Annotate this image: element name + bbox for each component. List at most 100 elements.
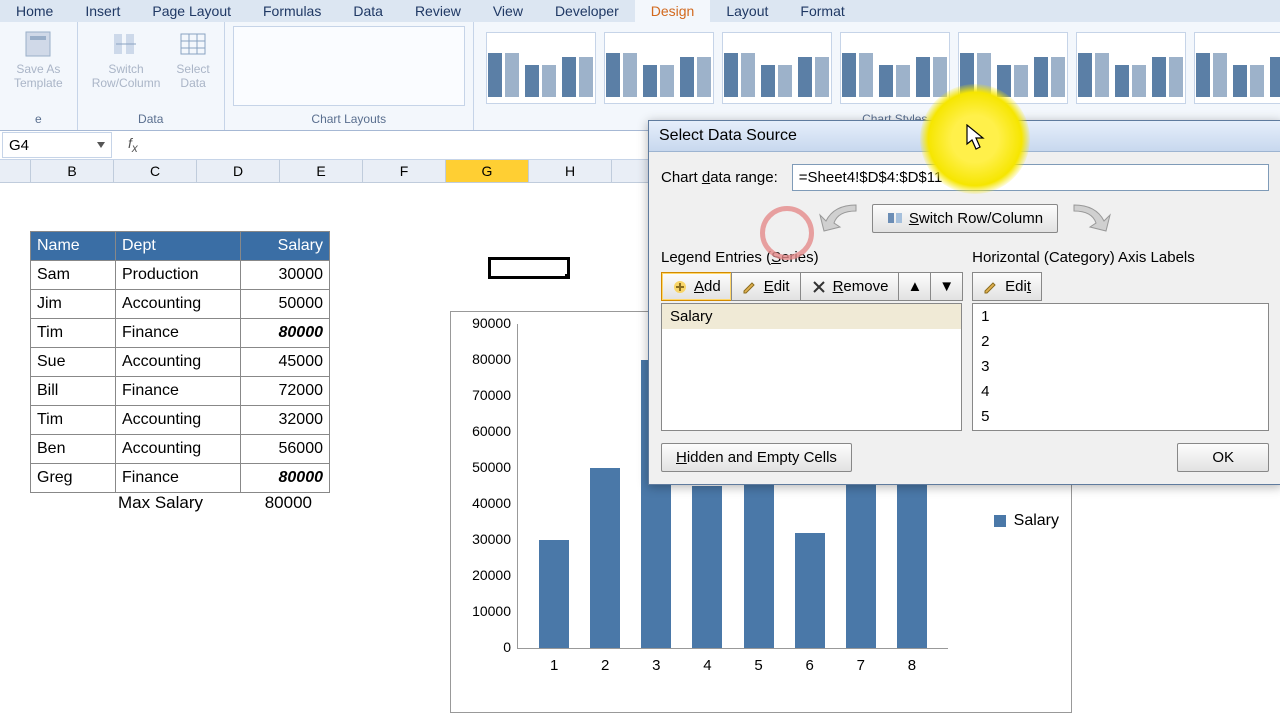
chart-y-tick: 60000 [463, 423, 511, 439]
chart-y-tick: 90000 [463, 315, 511, 331]
legend-entries-label: Legend Entries (Series) [661, 249, 962, 266]
tab-layout[interactable]: Layout [710, 0, 784, 22]
save-as-template-button[interactable]: Save As Template [8, 26, 69, 92]
column-header[interactable]: G [446, 160, 529, 182]
edit-axis-button[interactable]: Edit [972, 272, 1042, 301]
chart-y-tick: 50000 [463, 459, 511, 475]
add-series-button[interactable]: Add [661, 272, 732, 301]
tab-home[interactable]: Home [0, 0, 69, 22]
category-item[interactable]: 4 [973, 379, 1268, 404]
category-list[interactable]: 12345 [972, 303, 1269, 431]
chart-x-tick: 5 [744, 657, 774, 674]
edit-icon [983, 279, 999, 295]
chart-style-thumb[interactable] [1076, 32, 1186, 104]
chart-x-tick: 4 [692, 657, 722, 674]
tab-developer[interactable]: Developer [539, 0, 635, 22]
chart-bar [692, 486, 722, 648]
fx-icon[interactable]: fx [114, 135, 152, 155]
table-row[interactable]: SueAccounting45000 [31, 348, 330, 377]
template-icon [22, 28, 54, 60]
table-header: Name [31, 232, 116, 261]
chart-x-tick: 7 [846, 657, 876, 674]
series-list[interactable]: Salary [661, 303, 962, 431]
edit-series-button[interactable]: Edit [731, 272, 801, 301]
table-row[interactable]: TimFinance80000 [31, 319, 330, 348]
chart-y-tick: 40000 [463, 495, 511, 511]
tab-insert[interactable]: Insert [69, 0, 136, 22]
column-header[interactable]: H [529, 160, 612, 182]
table-row[interactable]: BenAccounting56000 [31, 435, 330, 464]
chart-style-thumb[interactable] [604, 32, 714, 104]
move-up-button[interactable]: ▲ [898, 272, 931, 301]
chart-y-tick: 70000 [463, 387, 511, 403]
tab-design[interactable]: Design [635, 0, 711, 22]
chevron-down-icon: ▼ [939, 278, 954, 295]
series-item[interactable]: Salary [662, 304, 961, 329]
column-header[interactable]: D [197, 160, 280, 182]
add-icon [672, 279, 688, 295]
group-label: Data [138, 110, 163, 130]
chart-layouts-gallery[interactable] [233, 26, 465, 106]
table-row[interactable]: SamProduction30000 [31, 261, 330, 290]
chart-y-tick: 0 [463, 639, 511, 655]
column-header[interactable]: F [363, 160, 446, 182]
table-row[interactable]: JimAccounting50000 [31, 290, 330, 319]
chart-styles-gallery[interactable] [482, 26, 1280, 110]
chart-legend: Salary [994, 512, 1059, 530]
name-box[interactable]: G4 [2, 132, 112, 158]
chart-x-tick: 1 [539, 657, 569, 674]
column-header[interactable]: B [31, 160, 114, 182]
tab-format[interactable]: Format [784, 0, 860, 22]
move-down-button[interactable]: ▼ [930, 272, 963, 301]
tab-page-layout[interactable]: Page Layout [136, 0, 247, 22]
switch-row-column-button[interactable]: Switch Row/Column [86, 26, 167, 92]
chart-style-thumb[interactable] [840, 32, 950, 104]
ok-button[interactable]: OK [1177, 443, 1269, 472]
chart-style-thumb[interactable] [486, 32, 596, 104]
chart-y-tick: 20000 [463, 567, 511, 583]
remove-series-button[interactable]: Remove [800, 272, 900, 301]
max-salary-value: 80000 [262, 493, 312, 513]
column-header[interactable]: C [114, 160, 197, 182]
table-row[interactable]: GregFinance80000 [31, 464, 330, 493]
chart-x-tick: 6 [795, 657, 825, 674]
table-row[interactable]: TimAccounting32000 [31, 406, 330, 435]
tab-data[interactable]: Data [337, 0, 399, 22]
chart-data-range-label: Chart data range: [661, 169, 778, 186]
hidden-empty-cells-button[interactable]: Hidden and Empty Cells [661, 443, 852, 472]
chart-data-range-input[interactable] [792, 164, 1269, 191]
chart-bar [539, 540, 569, 648]
remove-icon [811, 279, 827, 295]
switch-icon [887, 210, 903, 226]
chart-bar [795, 533, 825, 648]
category-item[interactable]: 3 [973, 354, 1268, 379]
table-header: Dept [116, 232, 241, 261]
tab-view[interactable]: View [477, 0, 539, 22]
chevron-down-icon[interactable] [97, 142, 105, 148]
chart-style-thumb[interactable] [722, 32, 832, 104]
table-header: Salary [241, 232, 330, 261]
group-label: e [35, 110, 42, 130]
tab-review[interactable]: Review [399, 0, 477, 22]
category-item[interactable]: 5 [973, 404, 1268, 429]
chart-y-tick: 30000 [463, 531, 511, 547]
chart-y-tick: 10000 [463, 603, 511, 619]
tab-formulas[interactable]: Formulas [247, 0, 337, 22]
category-item[interactable]: 1 [973, 304, 1268, 329]
table-row[interactable]: BillFinance72000 [31, 377, 330, 406]
select-data-source-dialog: Select Data Source Chart data range: Swi… [648, 120, 1280, 485]
chart-style-thumb[interactable] [958, 32, 1068, 104]
active-cell[interactable] [488, 257, 570, 279]
column-header[interactable]: E [280, 160, 363, 182]
arrow-right-icon [1068, 201, 1114, 235]
arrow-left-icon [816, 201, 862, 235]
chart-bar [590, 468, 620, 648]
ribbon-tabs: HomeInsertPage LayoutFormulasDataReviewV… [0, 0, 1280, 22]
axis-labels-label: Horizontal (Category) Axis Labels [972, 249, 1269, 266]
switch-row-column-dialog-button[interactable]: Switch Row/Column [872, 204, 1058, 233]
category-item[interactable]: 2 [973, 329, 1268, 354]
chart-style-thumb[interactable] [1194, 32, 1280, 104]
chart-x-tick: 3 [641, 657, 671, 674]
switch-icon [110, 28, 142, 60]
select-data-button[interactable]: Select Data [170, 26, 215, 92]
